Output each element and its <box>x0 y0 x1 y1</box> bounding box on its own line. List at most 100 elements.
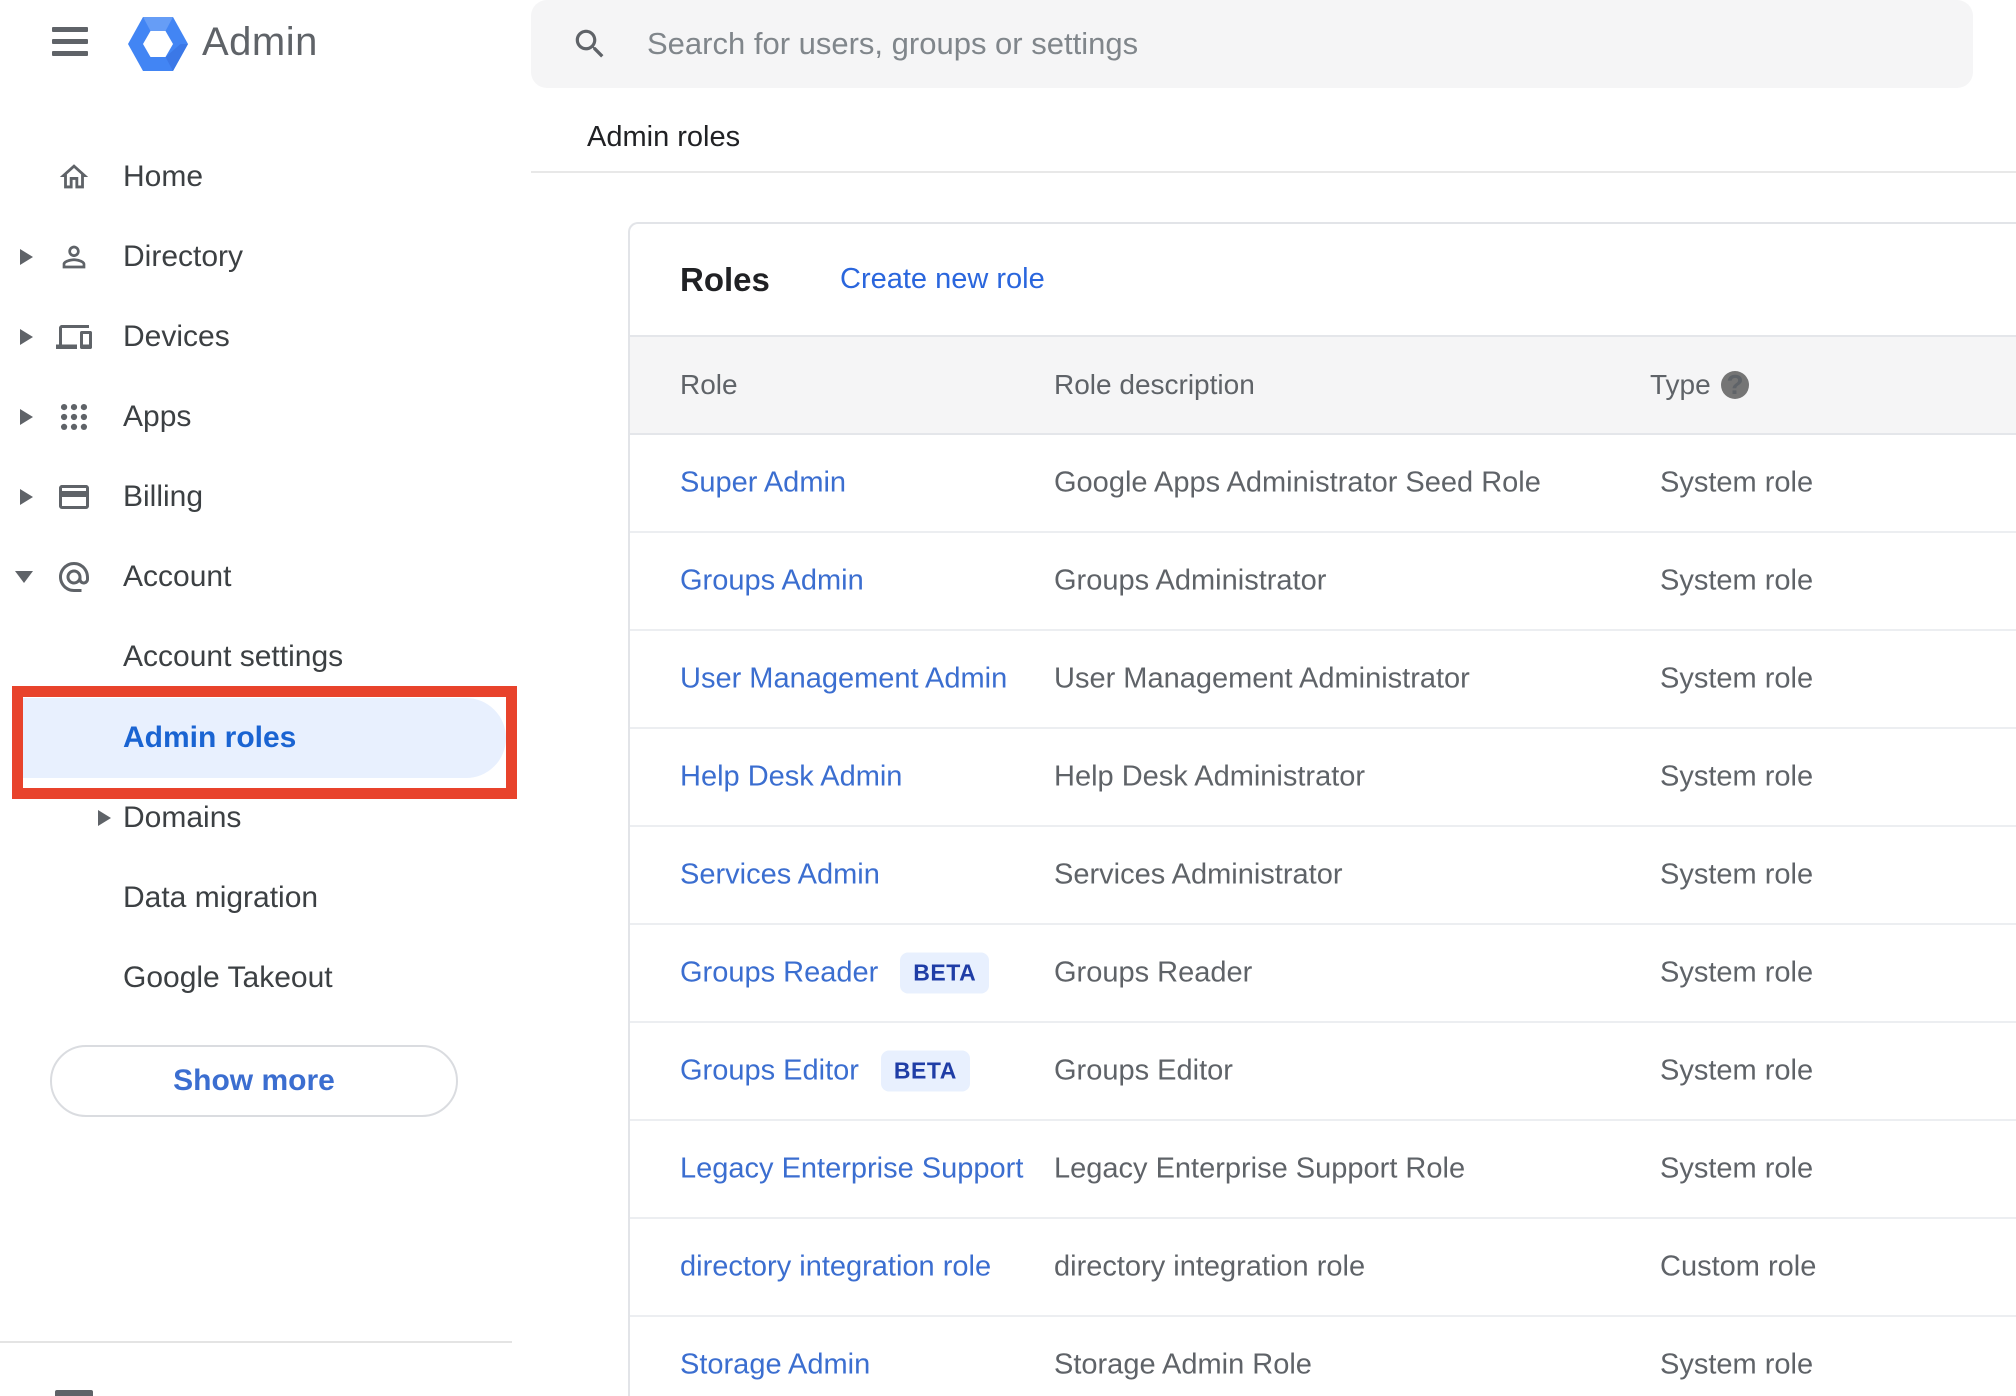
expand-arrow-icon[interactable] <box>98 810 111 826</box>
search-bar[interactable]: Search for users, groups or settings <box>531 0 1973 88</box>
admin-console-page: Admin Home Directory Devices Apps Billin… <box>0 0 2016 1396</box>
sidebar-item-google-takeout[interactable]: Google Takeout <box>0 938 514 1018</box>
table-row: Legacy Enterprise Support Legacy Enterpr… <box>630 1121 2016 1219</box>
sidebar-item-label: Admin roles <box>123 721 297 754</box>
sidebar-item-label: Account <box>123 560 232 593</box>
role-link[interactable]: Super Admin <box>680 467 846 500</box>
table-row: Super Admin Google Apps Administrator Se… <box>630 435 2016 533</box>
role-description: Storage Admin Role <box>1054 1348 1312 1381</box>
table-row: Help Desk Admin Help Desk Administrator … <box>630 729 2016 827</box>
role-type: System role <box>1660 1152 1814 1185</box>
sidebar-item-home[interactable]: Home <box>0 137 514 217</box>
sidebar-item-label: Google Takeout <box>123 961 333 994</box>
table-row: Groups Reader BETA Groups Reader System r… <box>630 925 2016 1023</box>
admin-logo-icon <box>128 17 188 71</box>
role-type: System role <box>1660 662 1814 695</box>
sidebar-item-label: Data migration <box>123 881 319 914</box>
column-header-role: Role <box>680 369 738 400</box>
sidebar-divider <box>0 1341 512 1343</box>
role-type: System role <box>1660 564 1814 597</box>
role-description: Groups Reader <box>1054 956 1253 989</box>
sidebar-item-account[interactable]: Account <box>0 537 514 617</box>
role-description: Legacy Enterprise Support Role <box>1054 1152 1466 1185</box>
sidebar-item-label: Apps <box>123 400 192 433</box>
role-type: System role <box>1660 760 1814 793</box>
role-description: Help Desk Administrator <box>1054 760 1366 793</box>
panel-title: Roles <box>680 260 770 298</box>
role-link[interactable]: Storage Admin <box>680 1349 870 1382</box>
show-more-button[interactable]: Show more <box>50 1045 458 1117</box>
search-input[interactable]: Search for users, groups or settings <box>647 0 1138 88</box>
breadcrumb: Admin roles <box>587 121 741 153</box>
table-header-row: Role Role description Type ? <box>630 335 2016 435</box>
sidebar-item-label: Directory <box>123 240 244 273</box>
expand-arrow-icon[interactable] <box>20 489 33 505</box>
role-link[interactable]: Groups Editor BETA <box>680 1050 970 1092</box>
cropped-nav-icon <box>55 1390 93 1396</box>
help-icon[interactable]: ? <box>1721 369 1749 400</box>
role-link[interactable]: Help Desk Admin <box>680 761 902 794</box>
role-description: Groups Editor <box>1054 1054 1233 1087</box>
role-type: System role <box>1660 466 1814 499</box>
role-link-label: Groups Reader <box>680 956 879 989</box>
role-link[interactable]: Services Admin <box>680 859 880 892</box>
sidebar-item-label: Account settings <box>123 640 344 673</box>
search-icon <box>575 29 604 58</box>
table-row: Groups Admin Groups Administrator System… <box>630 533 2016 631</box>
sidebar: Admin Home Directory Devices Apps Billin… <box>0 0 517 1396</box>
role-link[interactable]: directory integration role <box>680 1251 991 1284</box>
breadcrumb-divider <box>531 171 2016 173</box>
role-type: System role <box>1660 956 1814 989</box>
role-description: Groups Administrator <box>1054 564 1327 597</box>
role-link-label: Groups Editor <box>680 1054 859 1087</box>
role-link[interactable]: User Management Admin <box>680 663 1007 696</box>
person-icon <box>56 239 92 275</box>
expand-arrow-icon[interactable] <box>20 249 33 265</box>
role-type: System role <box>1660 1054 1814 1087</box>
sidebar-item-domains[interactable]: Domains <box>0 778 514 858</box>
role-link[interactable]: Groups Admin <box>680 565 864 598</box>
menu-hamburger-icon[interactable] <box>52 27 88 56</box>
sidebar-item-label: Devices <box>123 320 230 353</box>
column-header-type: Type <box>1650 369 1711 400</box>
sidebar-item-data-migration[interactable]: Data migration <box>0 858 514 938</box>
table-row: Storage Admin Storage Admin Role System … <box>630 1317 2016 1396</box>
column-header-description: Role description <box>1054 369 1255 400</box>
roles-panel: Roles Create new role Role Role descript… <box>628 222 2016 1396</box>
beta-badge: BETA <box>900 952 990 994</box>
sidebar-item-billing[interactable]: Billing <box>0 457 514 537</box>
role-description: Google Apps Administrator Seed Role <box>1054 466 1541 499</box>
role-description: directory integration role <box>1054 1250 1366 1283</box>
table-row: directory integration role directory int… <box>630 1219 2016 1317</box>
sidebar-item-devices[interactable]: Devices <box>0 297 514 377</box>
sidebar-item-admin-roles[interactable]: Admin roles <box>0 698 514 778</box>
role-type: System role <box>1660 858 1814 891</box>
role-type: Custom role <box>1660 1250 1817 1283</box>
credit-card-icon <box>56 479 92 515</box>
role-description: Services Administrator <box>1054 858 1343 891</box>
role-link[interactable]: Groups Reader BETA <box>680 952 990 994</box>
expand-arrow-icon[interactable] <box>20 409 33 425</box>
role-link[interactable]: Legacy Enterprise Support <box>680 1153 1023 1186</box>
role-type: System role <box>1660 1348 1814 1381</box>
home-icon <box>56 159 92 195</box>
sidebar-item-label: Domains <box>123 801 242 834</box>
expand-arrow-icon[interactable] <box>20 329 33 345</box>
create-new-role-link[interactable]: Create new role <box>840 263 1045 296</box>
role-description: User Management Administrator <box>1054 662 1470 695</box>
table-row: User Management Admin User Management Ad… <box>630 631 2016 729</box>
sidebar-item-directory[interactable]: Directory <box>0 217 514 297</box>
beta-badge: BETA <box>880 1050 970 1092</box>
roles-panel-header: Roles Create new role <box>630 224 2016 335</box>
devices-icon <box>56 319 92 355</box>
sidebar-item-apps[interactable]: Apps <box>0 377 514 457</box>
sidebar-item-account-settings[interactable]: Account settings <box>0 617 514 697</box>
sidebar-item-label: Billing <box>123 480 204 513</box>
sidebar-item-label: Home <box>123 160 204 193</box>
apps-grid-icon <box>56 399 92 435</box>
at-sign-icon <box>56 559 92 595</box>
collapse-arrow-icon[interactable] <box>15 571 33 583</box>
table-row: Services Admin Services Administrator Sy… <box>630 827 2016 925</box>
app-title: Admin <box>202 20 318 64</box>
table-row: Groups Editor BETA Groups Editor System r… <box>630 1023 2016 1121</box>
